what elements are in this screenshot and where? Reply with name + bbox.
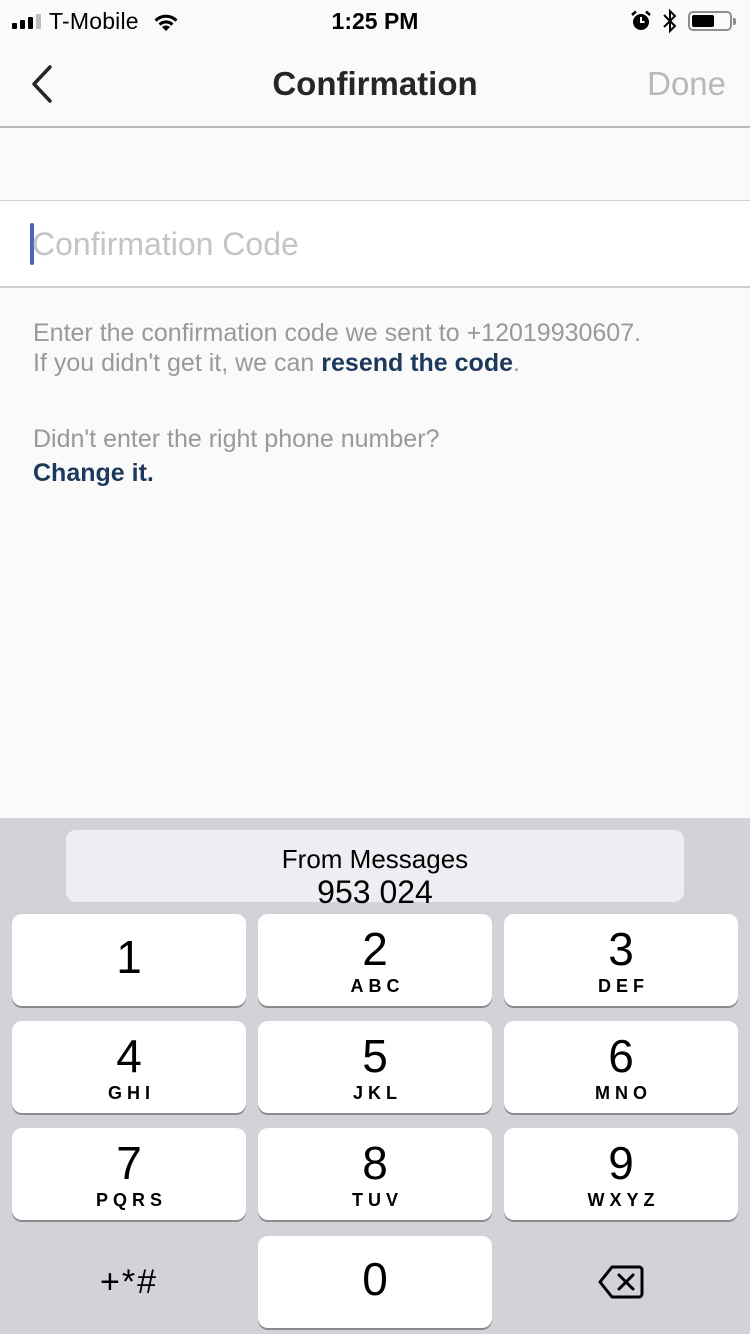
key-digit: 5 (362, 1030, 388, 1082)
sent-to-text: Enter the confirmation code we sent to +… (33, 319, 642, 347)
key-digit: 1 (116, 931, 142, 983)
key-letters: WXYZ (587, 1190, 660, 1210)
confirmation-code-row (0, 200, 750, 288)
key-4[interactable]: 4 GHI (12, 1021, 246, 1113)
key-letters: JKL (352, 1083, 402, 1103)
resend-line: If you didn't get it, we can resend the … (33, 348, 733, 378)
battery-icon (688, 11, 736, 31)
key-1[interactable]: 1 (12, 914, 246, 1006)
change-number-link[interactable]: Change it. (33, 456, 733, 490)
key-3[interactable]: 3 DEF (504, 914, 738, 1006)
key-letters: GHI (107, 1083, 155, 1103)
wrong-number-section: Didn't enter the right phone number? Cha… (33, 422, 733, 490)
key-5[interactable]: 5 JKL (258, 1021, 492, 1113)
key-6[interactable]: 6 MNO (504, 1021, 738, 1113)
key-digit: 2 (362, 923, 388, 975)
key-letters: TUV (352, 1190, 403, 1210)
key-digit: 4 (116, 1030, 142, 1082)
key-letters: MNO (595, 1083, 652, 1103)
bluetooth-icon (663, 8, 677, 34)
backspace-icon (598, 1265, 644, 1299)
key-2[interactable]: 2 ABC (258, 914, 492, 1006)
confirmation-code-input[interactable] (32, 201, 732, 287)
key-digit: 7 (116, 1137, 142, 1189)
key-9[interactable]: 9 WXYZ (504, 1128, 738, 1220)
key-letters: PQRS (95, 1190, 167, 1210)
symbols-key[interactable]: +*# (12, 1236, 246, 1328)
instructions-text: Enter the confirmation code we sent to +… (33, 318, 733, 378)
suggestion-source: From Messages (281, 844, 469, 874)
status-right (630, 6, 736, 36)
done-button[interactable]: Done (647, 40, 726, 128)
key-digit: 0 (362, 1253, 388, 1305)
key-8[interactable]: 8 TUV (258, 1128, 492, 1220)
page-title: Confirmation (272, 65, 478, 102)
key-digit: 6 (608, 1030, 634, 1082)
autofill-code-suggestion[interactable]: From Messages 953 024 (66, 830, 684, 910)
wrong-number-text: Didn't enter the right phone number? (33, 425, 440, 453)
key-7[interactable]: 7 PQRS (12, 1128, 246, 1220)
numeric-keyboard: From Messages 953 024 1 2 ABC 3 DEF 4 GHI 5… (0, 818, 750, 1334)
key-letters: DEF (598, 976, 649, 996)
navigation-bar: Confirmation Done (0, 40, 750, 128)
key-digit: 3 (608, 923, 634, 975)
key-letters: ABC (350, 976, 405, 996)
alarm-icon (631, 10, 651, 30)
delete-key[interactable] (504, 1236, 738, 1328)
key-digit: 8 (362, 1137, 388, 1189)
symbols-label: +*# (100, 1262, 158, 1301)
resend-suffix: . (513, 349, 520, 377)
suggestion-code: 953 024 (317, 874, 433, 910)
resend-prefix: If you didn't get it, we can (33, 349, 322, 377)
resend-code-link[interactable]: resend the code (321, 349, 513, 377)
status-bar: T-Mobile 1:25 PM (0, 0, 750, 40)
key-0[interactable]: 0 (258, 1236, 492, 1328)
key-digit: 9 (608, 1137, 634, 1189)
